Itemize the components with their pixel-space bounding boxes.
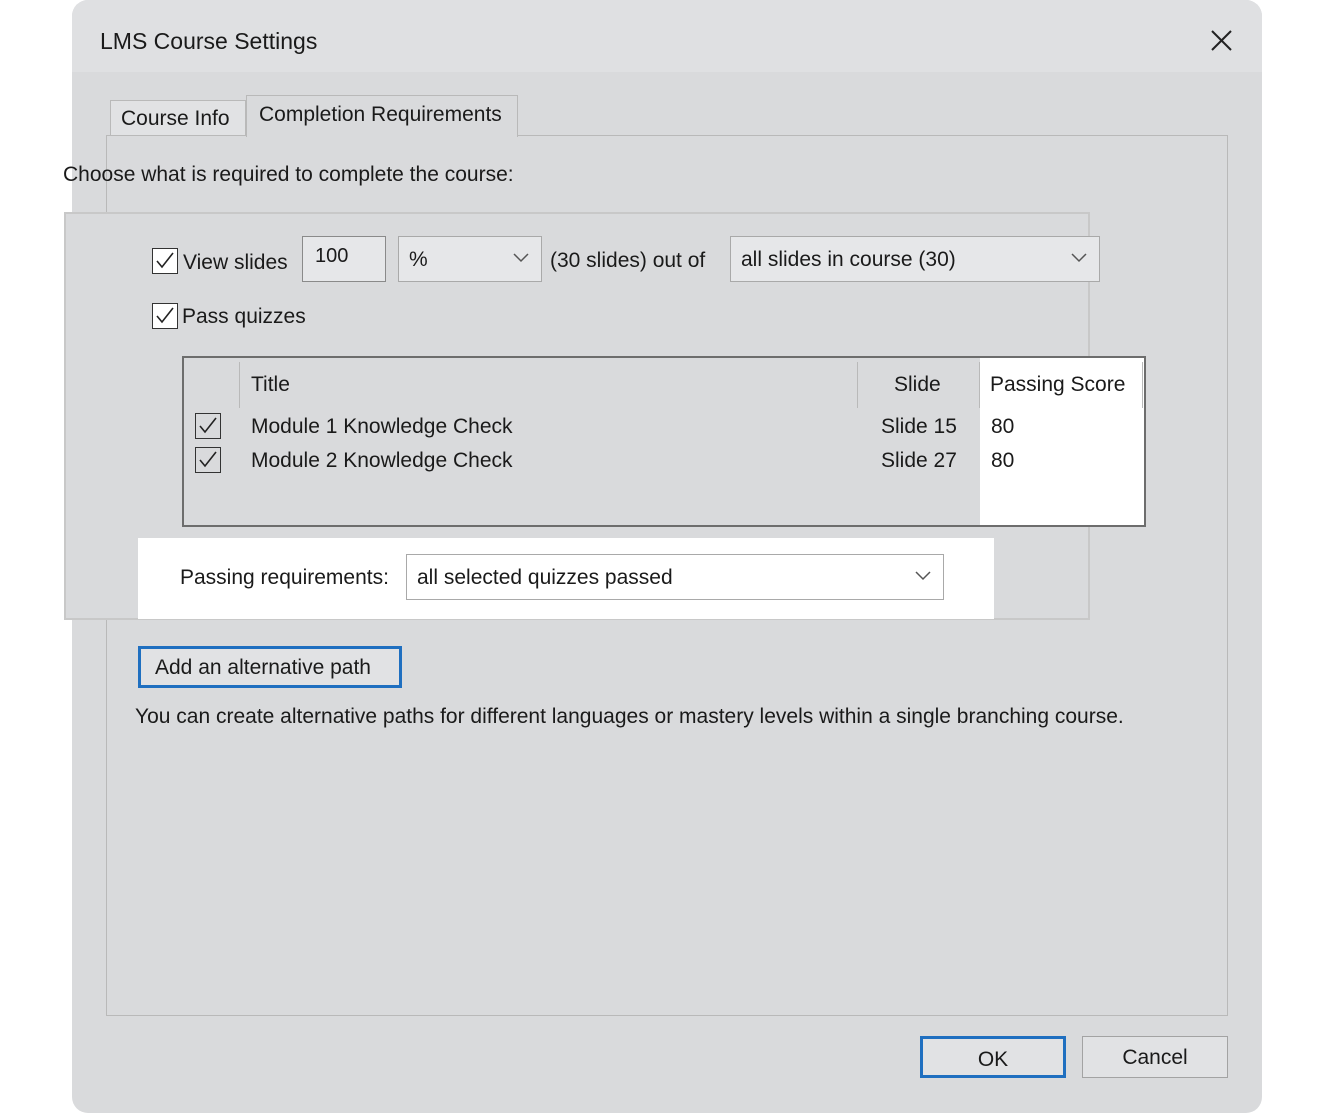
alternative-path-hint: You can create alternative paths for dif… — [135, 705, 1124, 728]
column-separator — [1142, 362, 1143, 408]
checkmark-icon — [199, 417, 217, 434]
passing-requirements-label: Passing requirements: — [180, 566, 389, 589]
title-bar: LMS Course Settings — [72, 0, 1262, 72]
select-value: all selected quizzes passed — [417, 566, 673, 589]
select-value: all slides in course (30) — [741, 248, 956, 271]
tab-course-info[interactable]: Course Info — [110, 100, 246, 136]
passing-requirements-panel: Passing requirements: all selected quizz… — [138, 538, 994, 619]
quiz-row-checkbox[interactable] — [195, 413, 221, 439]
quiz-slide: Slide 27 — [881, 449, 957, 472]
view-slides-label: View slides — [183, 251, 288, 274]
tab-completion-requirements[interactable]: Completion Requirements — [246, 95, 518, 137]
chevron-down-icon — [1071, 253, 1087, 263]
quiz-row-checkbox[interactable] — [195, 447, 221, 473]
view-slides-amount-input[interactable]: 100 — [302, 236, 386, 282]
ok-button[interactable]: OK — [920, 1036, 1066, 1078]
checkmark-icon — [199, 451, 217, 468]
column-separator — [857, 362, 858, 408]
chevron-down-icon — [915, 571, 931, 581]
dialog-title: LMS Course Settings — [100, 28, 318, 54]
instruction-text: Choose what is required to complete the … — [63, 163, 514, 186]
add-alternative-path-button[interactable]: Add an alternative path — [138, 646, 402, 688]
pass-quizzes-checkbox[interactable] — [152, 303, 178, 329]
checkmark-icon — [156, 252, 174, 269]
view-slides-unit-select[interactable]: % — [398, 236, 542, 282]
quiz-table: Title Slide Passing Score Module 1 Knowl… — [182, 356, 1146, 527]
pass-quizzes-label: Pass quizzes — [182, 305, 306, 328]
chevron-down-icon — [513, 253, 529, 263]
slides-scope-select[interactable]: all slides in course (30) — [730, 236, 1100, 282]
close-icon — [1211, 30, 1232, 51]
checkmark-icon — [156, 307, 174, 324]
quiz-slide: Slide 15 — [881, 415, 957, 438]
slides-count-text: (30 slides) out of — [550, 249, 706, 272]
tab-label: Completion Requirements — [259, 103, 502, 126]
tab-label: Course Info — [121, 107, 230, 130]
view-slides-checkbox[interactable] — [152, 248, 178, 274]
column-header-title[interactable]: Title — [251, 372, 290, 398]
column-separator — [979, 362, 980, 408]
column-header-passing-score[interactable]: Passing Score — [990, 372, 1125, 398]
close-button[interactable] — [1202, 22, 1240, 60]
quiz-passing-score[interactable]: 80 — [991, 448, 1014, 474]
quiz-title[interactable]: Module 1 Knowledge Check — [251, 414, 513, 440]
column-header-slide[interactable]: Slide — [894, 372, 941, 398]
cancel-button[interactable]: Cancel — [1082, 1036, 1228, 1078]
column-separator — [239, 362, 240, 408]
quiz-title[interactable]: Module 2 Knowledge Check — [251, 448, 513, 474]
passing-requirements-select[interactable]: all selected quizzes passed — [406, 554, 944, 600]
quiz-passing-score[interactable]: 80 — [991, 414, 1014, 440]
select-value: % — [409, 248, 428, 271]
